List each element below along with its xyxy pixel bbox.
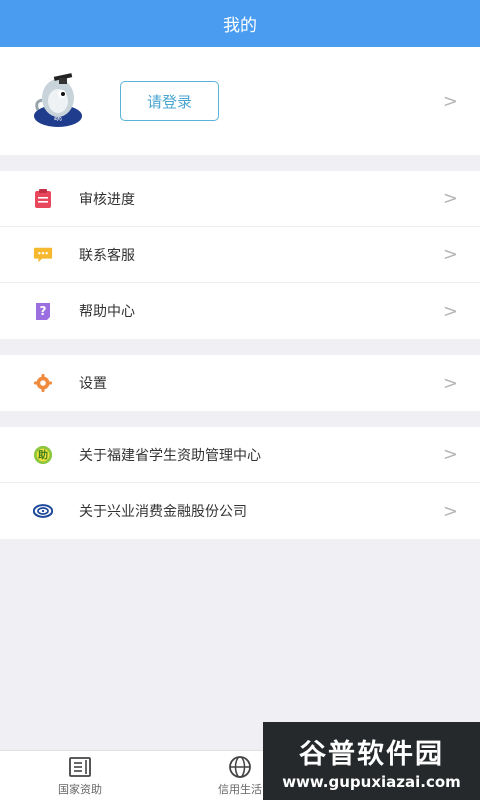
- chevron-right-icon: >: [442, 444, 458, 465]
- chevron-right-icon: >: [442, 500, 458, 522]
- chat-bubble-icon: [33, 245, 53, 265]
- chevron-right-icon: >: [442, 90, 458, 112]
- tab-label: 国家资助: [58, 783, 102, 796]
- profile-card[interactable]: 跳 请登录 >: [0, 47, 480, 155]
- login-button[interactable]: 请登录: [120, 81, 219, 121]
- page-header: 我的: [0, 0, 480, 47]
- menu-item-about-fujian-aid[interactable]: 助 关于福建省学生资助管理中心 >: [0, 427, 480, 483]
- mascot-avatar-icon: 跳: [34, 73, 82, 127]
- watermark-url: www.gupuxiazai.com: [282, 772, 461, 791]
- menu-item-label: 关于兴业消费金融股份公司: [79, 504, 247, 520]
- menu-item-settings[interactable]: 设置 >: [0, 355, 480, 411]
- chevron-right-icon: >: [442, 244, 458, 265]
- menu-item-label: 联系客服: [79, 247, 135, 264]
- menu-item-review-progress[interactable]: 审核进度 >: [0, 171, 480, 227]
- chevron-right-icon: >: [442, 372, 458, 394]
- menu-item-about-cib-finance[interactable]: 关于兴业消费金融股份公司 >: [0, 483, 480, 539]
- book-icon: [67, 754, 93, 780]
- menu-group-progress: 审核进度 > 联系客服 > ? 帮助中心 >: [0, 171, 480, 339]
- chevron-right-icon: >: [442, 300, 458, 322]
- svg-text:?: ?: [40, 304, 47, 318]
- watermark-title: 谷普软件园: [299, 738, 444, 770]
- chevron-right-icon: >: [442, 188, 458, 209]
- svg-text:助: 助: [38, 448, 48, 461]
- avatar[interactable]: 跳: [28, 70, 90, 132]
- menu-group-about: 助 关于福建省学生资助管理中心 > 关于兴业消费金融股份公司 >: [0, 427, 480, 539]
- menu-item-label: 设置: [79, 376, 107, 392]
- menu-item-label: 帮助中心: [79, 304, 135, 320]
- page-title: 我的: [223, 16, 257, 36]
- menu-item-label: 关于福建省学生资助管理中心: [79, 447, 261, 464]
- tab-label: 信用生活: [218, 783, 262, 796]
- gear-icon: [33, 373, 53, 393]
- clipboard-icon: [33, 188, 53, 209]
- menu-group-settings: 设置 >: [0, 355, 480, 411]
- cib-logo-icon: [33, 501, 53, 521]
- menu-item-contact-service[interactable]: 联系客服 >: [0, 227, 480, 283]
- menu-item-help-center[interactable]: ? 帮助中心 >: [0, 283, 480, 339]
- tab-national-aid[interactable]: 国家资助: [0, 751, 160, 800]
- watermark-overlay: 谷普软件园 www.gupuxiazai.com: [263, 722, 480, 800]
- question-icon: ?: [33, 301, 53, 321]
- fujian-aid-logo-icon: 助: [33, 445, 53, 465]
- globe-icon: [228, 754, 252, 780]
- menu-item-label: 审核进度: [79, 191, 135, 208]
